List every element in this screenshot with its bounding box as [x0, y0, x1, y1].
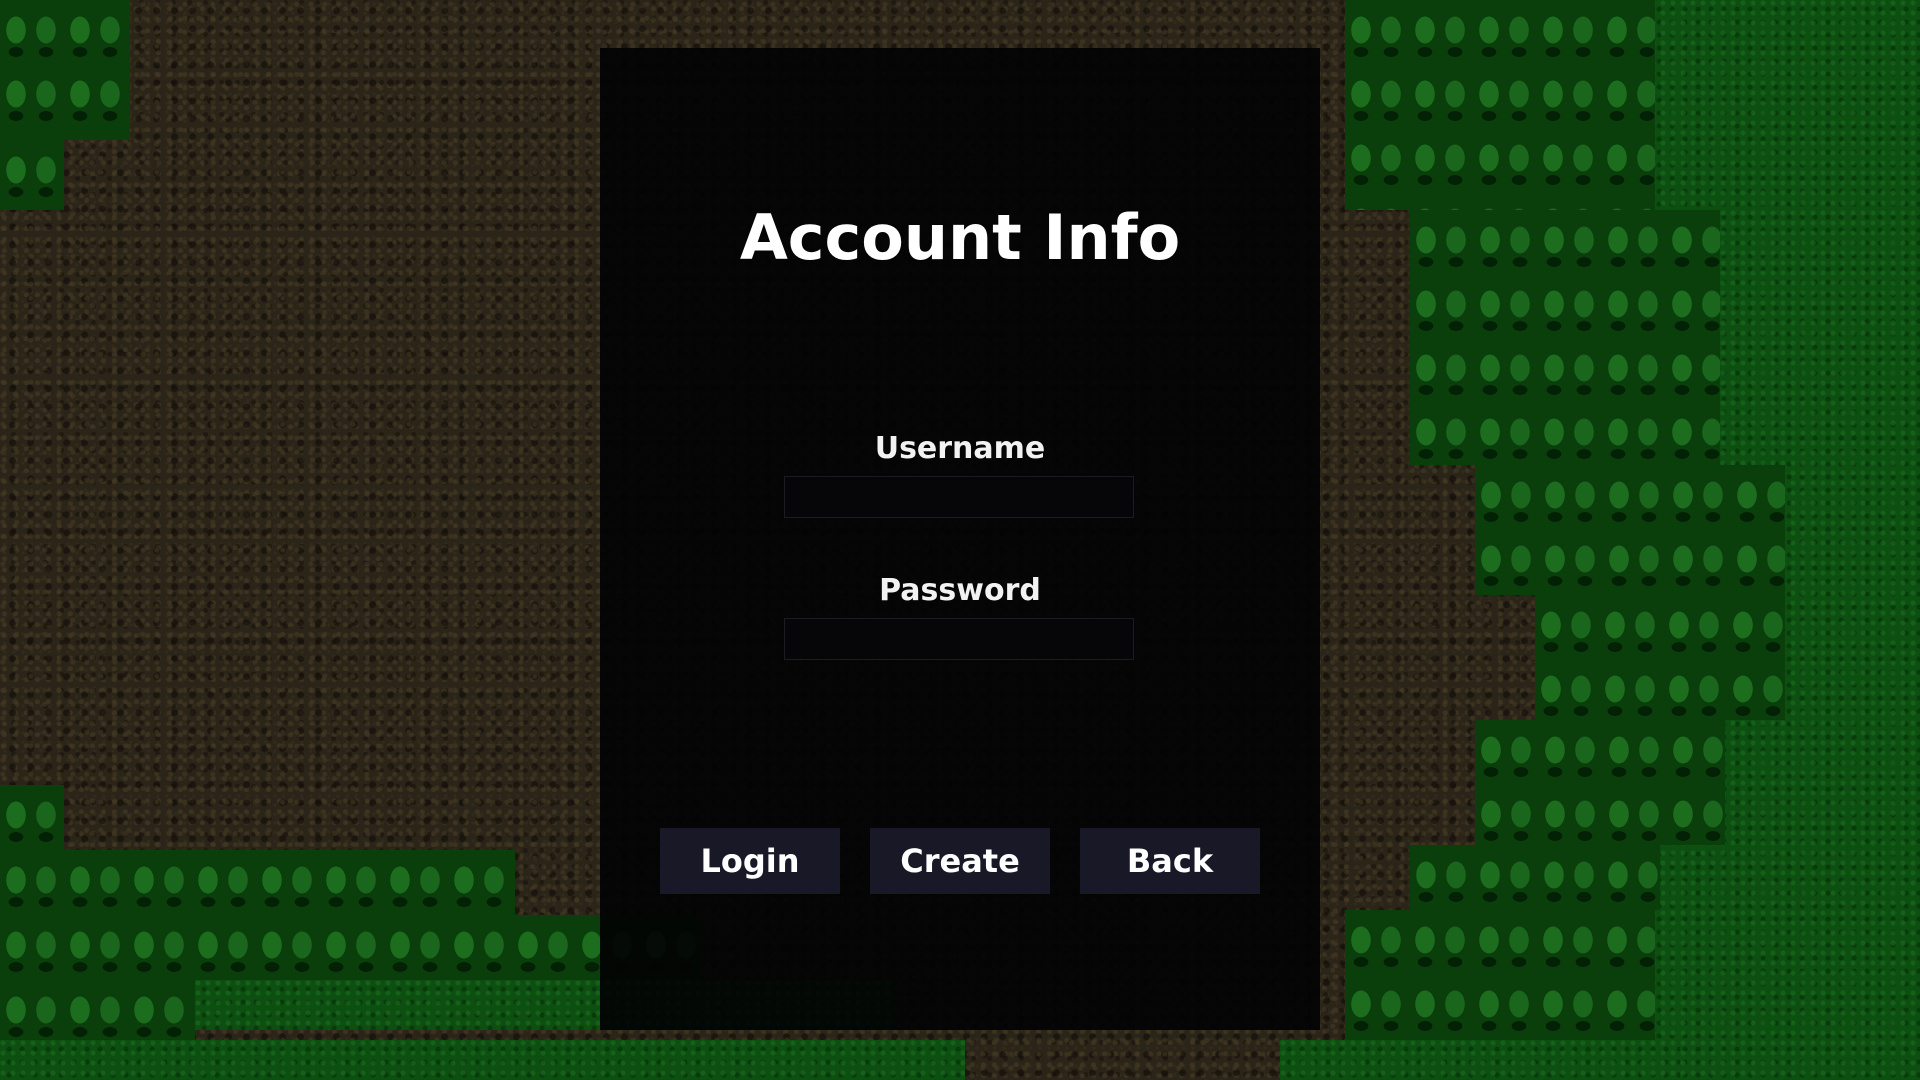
forest-terrain-left-bottom3 — [0, 915, 700, 980]
username-input[interactable] — [784, 476, 1134, 518]
game-scene: Account Info Username Password Login Cre… — [0, 0, 1920, 1080]
forest-terrain-right-bottom — [1410, 845, 1660, 910]
forest-terrain-right-mid2 — [1535, 595, 1785, 720]
back-button[interactable]: Back — [1080, 828, 1260, 894]
grass-terrain-bottom — [0, 1040, 965, 1080]
password-label: Password — [879, 573, 1041, 608]
password-input[interactable] — [784, 618, 1134, 660]
forest-terrain-right-lower — [1475, 720, 1725, 845]
forest-terrain-left-bottom2 — [0, 850, 515, 915]
forest-terrain-left-top — [0, 0, 130, 140]
forest-terrain-left-top2 — [0, 140, 64, 210]
forest-terrain-right-top — [1345, 0, 1655, 210]
account-info-panel: Account Info Username Password Login Cre… — [600, 48, 1320, 1030]
grass-terrain-bottom-right — [1280, 1040, 1680, 1080]
forest-terrain-left-bottom — [0, 785, 64, 850]
forest-terrain-right-upper — [1410, 210, 1720, 465]
username-label: Username — [874, 431, 1046, 466]
forest-terrain-left-bottom4 — [0, 980, 195, 1045]
create-button[interactable]: Create — [870, 828, 1050, 894]
forest-terrain-right-mid — [1475, 465, 1785, 595]
page-title: Account Info — [739, 201, 1181, 274]
login-button[interactable]: Login — [660, 828, 840, 894]
